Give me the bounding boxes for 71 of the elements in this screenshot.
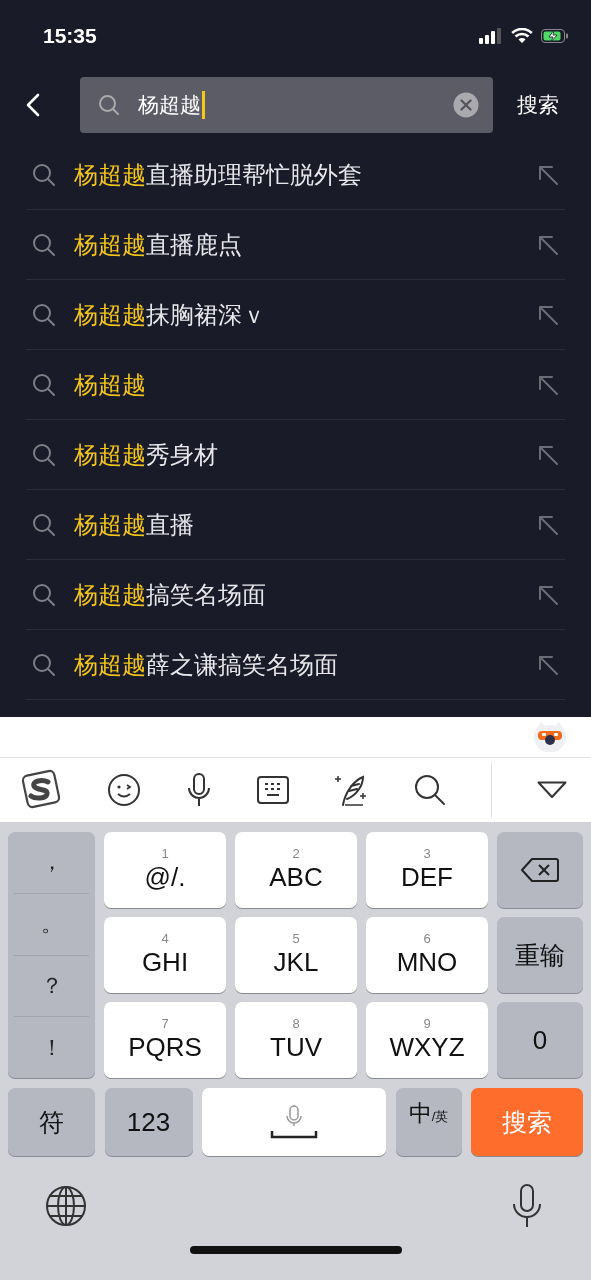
suggestion-item[interactable]: 杨超越直播鹿点 [26,210,565,280]
search-field[interactable]: 杨超越 [80,77,493,133]
battery-icon [541,28,569,44]
backspace-icon [520,857,560,883]
suggestion-text: 杨超越直播助理帮忙脱外套 [74,159,363,191]
search-icon [32,162,56,187]
suggestion-item[interactable]: 杨超越 [26,350,565,420]
suggestion-item[interactable]: 杨超越抹胸裙深ｖ [26,280,565,350]
arrow-up-left-icon[interactable] [537,443,559,466]
quill-icon[interactable] [334,773,369,807]
dictation-icon[interactable] [511,1184,543,1228]
wifi-icon [511,28,533,44]
suggestion-text: 杨超越直播 [74,509,195,541]
symbol-key[interactable]: 。 [14,892,89,955]
letter-key[interactable]: 1 @/. [104,832,226,908]
arrow-up-left-icon[interactable] [537,373,559,396]
suggestion-text: 杨超越直播鹿点 [74,229,243,261]
arrow-up-left-icon[interactable] [537,233,559,256]
search-icon [32,232,56,257]
suggestion-text: 杨超越抹胸裙深ｖ [74,299,267,331]
letter-key[interactable]: 5 JKL [235,917,357,993]
suggestion-text: 杨超越秀身材 [74,439,219,471]
letter-key[interactable]: 8 TUV [235,1002,357,1078]
symbol-key[interactable]: ？ [14,954,89,1017]
letter-key[interactable]: 4 GHI [104,917,226,993]
suggestion-text: 杨超越搞笑名场面 [74,579,267,611]
emoji-icon[interactable] [107,773,142,807]
language-key[interactable]: 中/英 [395,1088,462,1156]
arrow-up-left-icon[interactable] [537,163,559,186]
clear-icon[interactable] [453,92,479,118]
status-time: 15:35 [43,24,97,48]
letter-key[interactable]: 6 MNO [366,917,488,993]
suggestion-item[interactable]: 杨超越搞笑名场面 [26,560,565,630]
search-icon [32,372,56,397]
back-icon[interactable] [26,93,40,117]
letter-key[interactable]: 9 WXYZ [366,1002,488,1078]
search-icon [98,94,120,116]
search-icon [32,512,56,537]
search-icon [32,582,56,607]
arrow-up-left-icon[interactable] [537,583,559,606]
zero-key[interactable]: 0 [497,1002,583,1078]
suggestion-text: 杨超越 [74,369,147,401]
backspace-key[interactable] [497,832,583,908]
letter-key[interactable]: 3 DEF [366,832,488,908]
letter-key[interactable]: 2 ABC [235,832,357,908]
search-icon [32,302,56,327]
arrow-up-left-icon[interactable] [537,303,559,326]
suggestion-item[interactable]: 杨超越秀身材 [26,420,565,490]
suggestion-item[interactable]: 杨超越薛之谦搞笑名场面 [26,630,565,700]
retype-key[interactable]: 重输 [497,917,583,993]
signal-icon [479,28,503,44]
suggestion-item[interactable]: 杨超越直播 [26,490,565,560]
search-icon [32,652,56,677]
symbol-key[interactable]: ， [14,832,89,893]
arrow-up-left-icon[interactable] [537,653,559,676]
keyboard-icon[interactable] [257,776,290,804]
symbol-key[interactable]: ！ [14,1016,89,1078]
mascot-icon[interactable] [533,720,567,754]
microphone-icon[interactable] [186,773,213,807]
search-button[interactable]: 搜索 [517,91,559,119]
space-mic-icon [270,1105,318,1139]
suggestion-text: 杨超越薛之谦搞笑名场面 [74,649,339,681]
arrow-up-left-icon[interactable] [537,513,559,536]
search-icon [32,442,56,467]
symbol-key[interactable]: 符 [8,1088,95,1156]
collapse-icon[interactable] [537,781,567,799]
search-icon[interactable] [413,774,446,806]
globe-icon[interactable] [44,1184,88,1228]
suggestion-item[interactable]: 杨超越直播助理帮忙脱外套 [26,140,565,210]
number-key[interactable]: 123 [104,1088,193,1156]
letter-key[interactable]: 7 PQRS [104,1002,226,1078]
